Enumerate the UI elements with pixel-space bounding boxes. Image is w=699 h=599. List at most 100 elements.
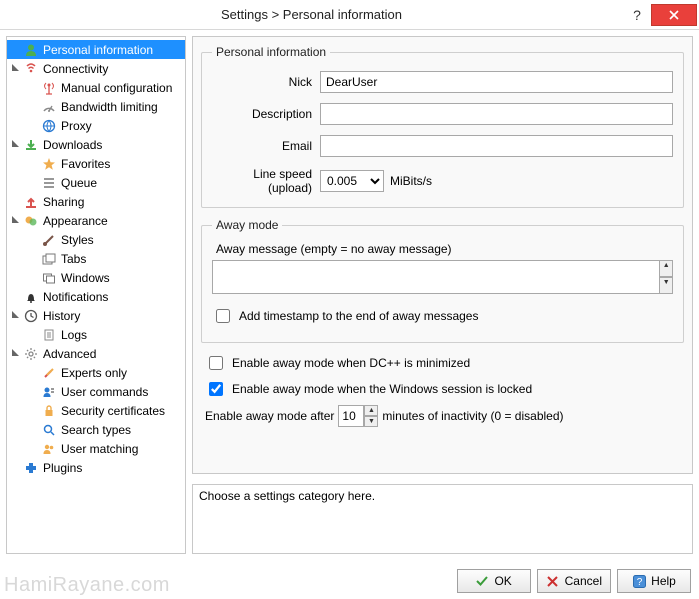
user-cmd-icon [41, 384, 57, 400]
line-speed-label: Line speed (upload) [212, 167, 312, 195]
tree-item-label: Plugins [43, 461, 82, 475]
tree-item-bandwidth-limiting[interactable]: Bandwidth limiting [7, 97, 185, 116]
email-input[interactable] [320, 135, 673, 157]
tree-item-label: Bandwidth limiting [61, 100, 158, 114]
tree-item-advanced[interactable]: Advanced [7, 344, 185, 363]
away-message-input[interactable] [212, 260, 660, 294]
tree-twisty [27, 177, 39, 188]
plugin-icon [23, 460, 39, 476]
tree-item-logs[interactable]: Logs [7, 325, 185, 344]
tree-item-label: Security certificates [61, 404, 165, 418]
tree-item-search-types[interactable]: Search types [7, 420, 185, 439]
tree-twisty[interactable] [9, 310, 21, 322]
tree-twisty [27, 329, 39, 340]
tree-item-plugins[interactable]: Plugins [7, 458, 185, 477]
titlebar-help-button[interactable]: ? [623, 7, 651, 23]
cancel-button[interactable]: Cancel [537, 569, 611, 593]
nick-input[interactable] [320, 71, 673, 93]
tree-item-security-certificates[interactable]: Security certificates [7, 401, 185, 420]
timestamp-checkbox-row[interactable]: Add timestamp to the end of away message… [212, 306, 673, 326]
tree-item-favorites[interactable]: Favorites [7, 154, 185, 173]
x-icon [546, 574, 560, 588]
help-icon: ? [632, 574, 646, 588]
tree-item-label: Personal information [43, 43, 153, 57]
tree-item-label: Advanced [43, 347, 96, 361]
settings-tree[interactable]: Personal information Connectivity Manual … [6, 36, 186, 554]
ok-button-label: OK [494, 574, 511, 588]
tree-twisty [27, 158, 39, 169]
tree-item-label: Search types [61, 423, 131, 437]
away-msg-scroll-up[interactable]: ▲ [659, 260, 673, 277]
tree-item-experts-only[interactable]: Experts only [7, 363, 185, 382]
tree-item-notifications[interactable]: Notifications [7, 287, 185, 306]
check-icon [475, 574, 489, 588]
tree-item-connectivity[interactable]: Connectivity [7, 59, 185, 78]
minimize-checkbox-row[interactable]: Enable away mode when DC++ is minimized [205, 353, 686, 373]
lock-label: Enable away mode when the Windows sessio… [232, 382, 532, 396]
user-icon [23, 42, 39, 58]
tree-twisty [27, 234, 39, 245]
timestamp-checkbox[interactable] [216, 309, 230, 323]
tree-item-sharing[interactable]: Sharing [7, 192, 185, 211]
ok-button[interactable]: OK [457, 569, 531, 593]
close-button[interactable] [651, 4, 697, 26]
tree-twisty [27, 272, 39, 283]
tree-twisty[interactable] [9, 215, 21, 227]
tree-item-manual-configuration[interactable]: Manual configuration [7, 78, 185, 97]
away-message-label: Away message (empty = no away message) [216, 242, 673, 256]
away-mode-group: Away mode Away message (empty = no away … [201, 218, 684, 343]
cancel-button-label: Cancel [565, 574, 602, 588]
help-button-label: Help [651, 574, 676, 588]
tree-item-label: User matching [61, 442, 138, 456]
list-icon [41, 175, 57, 191]
settings-panel: Personal information Nick Description Em… [192, 36, 693, 474]
tree-item-appearance[interactable]: Appearance [7, 211, 185, 230]
tree-twisty[interactable] [9, 63, 21, 75]
star-icon [41, 156, 57, 172]
personal-info-legend: Personal information [212, 45, 330, 59]
tree-item-label: Appearance [43, 214, 108, 228]
tree-item-label: Styles [61, 233, 94, 247]
tree-item-history[interactable]: History [7, 306, 185, 325]
tabs-icon [41, 251, 57, 267]
tree-item-user-matching[interactable]: User matching [7, 439, 185, 458]
tree-item-proxy[interactable]: Proxy [7, 116, 185, 135]
tree-item-downloads[interactable]: Downloads [7, 135, 185, 154]
tree-twisty [9, 291, 21, 302]
inactivity-input[interactable] [338, 405, 364, 427]
tree-item-windows[interactable]: Windows [7, 268, 185, 287]
windows-icon [41, 270, 57, 286]
antenna-icon [41, 80, 57, 96]
line-speed-select[interactable]: 0.005 [320, 170, 384, 192]
tools-icon [41, 365, 57, 381]
tree-item-tabs[interactable]: Tabs [7, 249, 185, 268]
lock-checkbox-row[interactable]: Enable away mode when the Windows sessio… [205, 379, 686, 399]
tree-twisty[interactable] [9, 348, 21, 360]
minimize-checkbox[interactable] [209, 356, 223, 370]
bell-icon [23, 289, 39, 305]
tree-item-user-commands[interactable]: User commands [7, 382, 185, 401]
users-icon [41, 441, 57, 457]
globe-icon [41, 118, 57, 134]
brush-icon [41, 232, 57, 248]
help-button[interactable]: ? Help [617, 569, 691, 593]
help-description-text: Choose a settings category here. [199, 489, 375, 503]
tree-item-label: Windows [61, 271, 110, 285]
inactivity-spin-down[interactable]: ▼ [364, 416, 378, 427]
window-title: Settings > Personal information [0, 7, 623, 22]
signal-icon [23, 61, 39, 77]
tree-item-queue[interactable]: Queue [7, 173, 185, 192]
inactivity-spin-up[interactable]: ▲ [364, 405, 378, 416]
lock-checkbox[interactable] [209, 382, 223, 396]
description-input[interactable] [320, 103, 673, 125]
help-description-box: Choose a settings category here. [192, 484, 693, 554]
tree-twisty [27, 82, 39, 93]
away-msg-scroll-down[interactable]: ▼ [659, 277, 673, 294]
tree-item-styles[interactable]: Styles [7, 230, 185, 249]
tree-twisty[interactable] [9, 139, 21, 151]
tree-twisty [27, 253, 39, 264]
inactivity-suffix: minutes of inactivity (0 = disabled) [382, 409, 563, 423]
personal-info-group: Personal information Nick Description Em… [201, 45, 684, 208]
tree-item-personal-information[interactable]: Personal information [7, 40, 185, 59]
away-mode-legend: Away mode [212, 218, 282, 232]
